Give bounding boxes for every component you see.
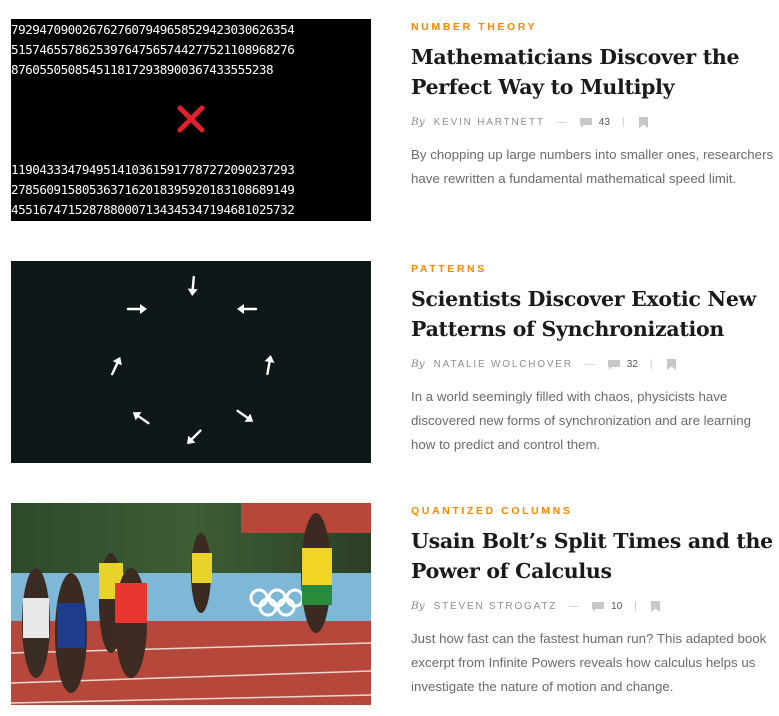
title-line: Usain Bolt’s Split Times and the [411, 529, 773, 553]
title-line: Power of Calculus [411, 559, 612, 583]
arrow-icon [110, 356, 122, 376]
article-kicker[interactable]: NUMBER THEORY [411, 21, 779, 33]
bookmark-icon [666, 358, 676, 370]
author-link[interactable]: KEVIN HARTNETT [434, 117, 545, 128]
article-excerpt: Just how fast can the fastest human run?… [411, 631, 767, 694]
number-row: 4551674715287880007134345347194681025732 [11, 202, 295, 217]
author-link[interactable]: STEVEN STROGATZ [434, 601, 558, 612]
title-line: Perfect Way to Multiply [411, 75, 675, 99]
article-meta: By STEVEN STROGATZ — 10 | [411, 598, 779, 614]
meta-separator: | [621, 116, 625, 128]
arrow-icon [126, 304, 147, 314]
bookmark-button[interactable] [638, 116, 648, 128]
arrow-icon [186, 429, 202, 445]
article-meta: By KEVIN HARTNETT — 43 | [411, 114, 779, 130]
arrow-icon [132, 412, 150, 425]
cross-icon [177, 105, 205, 133]
comment-count: 43 [598, 116, 610, 128]
article-content: QUANTIZED COLUMNS Usain Bolt’s Split Tim… [411, 503, 779, 699]
bookmark-icon [638, 116, 648, 128]
comment-bubble-icon [579, 117, 592, 127]
article-thumbnail[interactable] [11, 261, 371, 463]
number-row: 7929470900267627607949658529423030626354 [11, 22, 295, 37]
meta-separator: — [556, 116, 567, 128]
comments-link[interactable]: 32 [607, 359, 638, 370]
number-row: 8760550508545118172938900367433555238 [11, 62, 274, 77]
arrow-icon [237, 304, 258, 314]
number-row: 5157465578625397647565744277521108968276 [11, 42, 295, 57]
byline-prefix: By [411, 358, 425, 370]
article-title[interactable]: Scientists Discover Exotic New Patterns … [411, 284, 779, 344]
meta-separator: | [649, 358, 653, 370]
comment-bubble-icon [592, 601, 605, 611]
number-row: 1190433347949514103615917787272090237293 [11, 162, 295, 177]
meta-separator: — [584, 358, 595, 370]
article-card: QUANTIZED COLUMNS Usain Bolt’s Split Tim… [11, 503, 779, 705]
meta-separator: — [569, 600, 580, 612]
comments-link[interactable]: 10 [591, 601, 622, 612]
comment-count: 32 [626, 358, 638, 370]
byline-prefix: By [411, 600, 425, 612]
article-thumbnail[interactable] [11, 503, 371, 705]
article-title[interactable]: Usain Bolt’s Split Times and the Power o… [411, 526, 779, 586]
comment-count: 10 [611, 600, 623, 612]
arrow-icon [236, 409, 254, 422]
article-title[interactable]: Mathematicians Discover the Perfect Way … [411, 42, 779, 102]
synchronization-illustration [110, 275, 275, 445]
bookmark-button[interactable] [650, 600, 660, 612]
article-content: PATTERNS Scientists Discover Exotic New … [411, 261, 779, 457]
article-kicker[interactable]: PATTERNS [411, 263, 779, 275]
arrow-icon [187, 275, 198, 296]
title-line: Scientists Discover Exotic New [411, 287, 756, 311]
article-content: NUMBER THEORY Mathematicians Discover th… [411, 19, 779, 191]
comment-bubble-icon [607, 359, 620, 369]
comments-link[interactable]: 43 [579, 117, 610, 128]
article-meta: By NATALIE WOLCHOVER — 32 | [411, 356, 779, 372]
article-kicker[interactable]: QUANTIZED COLUMNS [411, 505, 779, 517]
article-card: PATTERNS Scientists Discover Exotic New … [11, 261, 779, 463]
bookmark-icon [650, 600, 660, 612]
sprint-race-photo [11, 503, 371, 705]
byline-prefix: By [411, 116, 425, 128]
author-link[interactable]: NATALIE WOLCHOVER [434, 359, 573, 370]
arrow-icon [264, 355, 275, 376]
article-excerpt: By chopping up large numbers into smalle… [411, 147, 774, 186]
title-line: Patterns of Synchronization [411, 317, 724, 341]
meta-separator: | [634, 600, 637, 612]
article-excerpt: In a world seemingly filled with chaos, … [411, 389, 751, 452]
article-card: 7929470900267627607949658529423030626354… [11, 19, 779, 221]
article-thumbnail[interactable]: 7929470900267627607949658529423030626354… [11, 19, 371, 221]
bookmark-button[interactable] [666, 358, 676, 370]
title-line: Mathematicians Discover the [411, 45, 740, 69]
number-row: 2785609158053637162018395920183108689149 [11, 182, 295, 197]
